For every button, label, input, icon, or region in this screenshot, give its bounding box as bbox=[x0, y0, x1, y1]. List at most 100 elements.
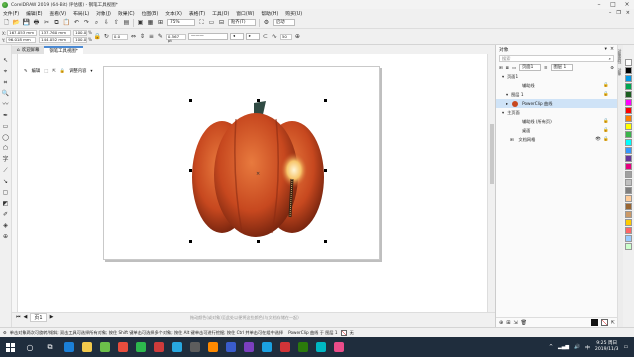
palette-swatch[interactable] bbox=[625, 203, 632, 210]
taskbar-app-app8[interactable] bbox=[204, 337, 222, 357]
taskbar-app-corel[interactable] bbox=[96, 337, 114, 357]
rectangle-tool-icon[interactable]: ▭ bbox=[2, 123, 10, 131]
tree-page1[interactable]: ▾ 页面1 bbox=[496, 72, 617, 81]
end-arrow-dropdown[interactable]: ▸ bbox=[245, 33, 260, 40]
smart-fill-icon[interactable]: ⊕ bbox=[2, 233, 10, 241]
eyedropper-tool-icon[interactable]: ✐ bbox=[2, 211, 10, 219]
new-layer-button-icon[interactable]: ⊕ bbox=[499, 320, 503, 326]
export-icon[interactable]: ⇧ bbox=[113, 19, 120, 26]
restore-doc-icon[interactable]: ❐ bbox=[616, 10, 620, 16]
clock[interactable]: 9:25 周日 2019/11/3 bbox=[595, 341, 619, 353]
merge-icon[interactable]: ⇲ bbox=[513, 320, 517, 326]
rulers-icon[interactable]: ▦ bbox=[147, 19, 154, 26]
print-icon[interactable]: 🖶 bbox=[33, 19, 40, 26]
delete-icon[interactable]: 🗑 bbox=[521, 320, 527, 326]
taskbar-app-app7[interactable] bbox=[186, 337, 204, 357]
lock-icon[interactable]: 🔒 bbox=[603, 128, 609, 133]
zoom-level-dropdown[interactable]: 75% bbox=[167, 19, 195, 26]
taskbar-app-app6[interactable] bbox=[168, 337, 186, 357]
taskbar-app-app13[interactable] bbox=[294, 337, 312, 357]
palette-swatch[interactable] bbox=[625, 219, 632, 226]
collapse-arrow-icon[interactable]: ▸ bbox=[506, 101, 508, 106]
zoom-out-icon[interactable]: ⇱ bbox=[611, 320, 615, 326]
edit-powerclip-label[interactable]: 编辑 bbox=[32, 68, 41, 74]
outline-pen-icon[interactable]: ✎ bbox=[157, 33, 164, 40]
docker-close-icon[interactable]: × bbox=[610, 47, 614, 52]
taskbar-app-app5[interactable] bbox=[150, 337, 168, 357]
options-gear-icon[interactable]: ⚙ bbox=[263, 19, 270, 26]
rotation-icon[interactable]: ↻ bbox=[103, 33, 110, 40]
notifications-icon[interactable]: ▭ bbox=[623, 345, 628, 350]
y-position-field[interactable]: 96.018 mm bbox=[6, 37, 37, 43]
menu-effects[interactable]: 效果(C) bbox=[118, 10, 135, 17]
lock-icon[interactable]: 🔒 bbox=[603, 92, 609, 97]
new-master-layer-icon[interactable]: ⊞ bbox=[506, 320, 510, 326]
docker-search-input[interactable]: 搜索 ⌕ bbox=[499, 55, 614, 62]
tree-guides-all[interactable]: 辅助线 (所有页) 🔒 bbox=[496, 117, 617, 126]
expand-arrow-icon[interactable]: ▾ bbox=[502, 110, 504, 115]
minimize-doc-icon[interactable]: – bbox=[609, 10, 612, 16]
document-page[interactable]: × bbox=[103, 66, 380, 260]
start-button[interactable] bbox=[0, 337, 20, 357]
page-tab[interactable]: 页1 bbox=[30, 312, 47, 322]
first-page-icon[interactable]: ⏮ bbox=[16, 314, 21, 320]
menu-bitmaps[interactable]: 位图(B) bbox=[142, 10, 159, 17]
palette-swatch[interactable] bbox=[625, 59, 632, 66]
minimize-button[interactable]: – bbox=[592, 0, 606, 9]
save-icon[interactable]: 💾 bbox=[23, 19, 30, 26]
rotation-angle-field[interactable]: 0.0 bbox=[111, 33, 128, 40]
adjust-contents-label[interactable]: 调整内容 bbox=[69, 68, 86, 74]
scale-y-field[interactable]: 100.0 bbox=[73, 37, 88, 43]
smooth-icon[interactable]: ∿ bbox=[271, 33, 278, 40]
grid-icon[interactable]: ⊞ bbox=[157, 19, 164, 26]
volume-icon[interactable]: 🔊 bbox=[574, 345, 580, 350]
menu-buy[interactable]: 购买(U) bbox=[285, 10, 302, 17]
taskbar-app-app11[interactable] bbox=[258, 337, 276, 357]
docker-pin-icon[interactable]: ▾ bbox=[605, 47, 607, 52]
menu-file[interactable]: 文件(F) bbox=[3, 10, 19, 17]
tree-master-page[interactable]: ▾ 主页面 bbox=[496, 108, 617, 117]
taskbar-app-explorer[interactable] bbox=[78, 337, 96, 357]
view-mode-icon[interactable]: ▭ bbox=[208, 19, 215, 26]
copy-icon[interactable]: ⧉ bbox=[53, 19, 60, 26]
x-position-field[interactable]: 167.053 mm bbox=[7, 30, 38, 36]
taskbar-app-app14[interactable] bbox=[312, 337, 330, 357]
lock-icon[interactable]: 🔒 bbox=[603, 83, 609, 88]
mirror-horizontal-icon[interactable]: ⇔ bbox=[130, 33, 137, 40]
layer-dropdown[interactable]: 图层 1 bbox=[550, 64, 573, 71]
new-document-icon[interactable]: 🗋 bbox=[3, 19, 10, 26]
line-style-dropdown[interactable]: ——— bbox=[187, 33, 228, 40]
palette-swatch[interactable] bbox=[625, 211, 632, 218]
edit-icon[interactable]: ✎ bbox=[24, 69, 28, 74]
expand-arrow-icon[interactable]: ▾ bbox=[502, 74, 504, 79]
maximize-button[interactable]: □ bbox=[606, 0, 620, 9]
polygon-tool-icon[interactable]: ⬠ bbox=[2, 145, 10, 153]
shape-tool-icon[interactable]: ⌖ bbox=[2, 68, 10, 76]
launch-dropdown[interactable]: 启动 bbox=[273, 19, 295, 26]
smoothing-field[interactable]: 50 bbox=[279, 33, 292, 40]
pick-tool-icon[interactable]: ↖ bbox=[2, 57, 10, 65]
shadow-tool-icon[interactable]: ▢ bbox=[2, 189, 10, 197]
palette-swatch[interactable] bbox=[625, 195, 632, 202]
palette-swatch[interactable] bbox=[625, 83, 632, 90]
vertical-scrollbar[interactable] bbox=[487, 54, 495, 312]
menu-view[interactable]: 查看(V) bbox=[49, 10, 66, 17]
tree-doc-grid[interactable]: ⊞ 文档网格 👁 🔒 bbox=[496, 135, 617, 144]
zoom-tool-icon[interactable]: 🔍 bbox=[2, 90, 10, 98]
palette-swatch[interactable] bbox=[625, 107, 632, 114]
text-tool-icon[interactable]: 字 bbox=[2, 156, 10, 164]
palette-swatch[interactable] bbox=[625, 131, 632, 138]
lock-icon[interactable]: 🔒 bbox=[603, 137, 609, 142]
layers-icon[interactable]: ≣ bbox=[506, 65, 510, 70]
palette-swatch[interactable] bbox=[625, 243, 632, 250]
tab-document[interactable]: 钢笔工具视图* bbox=[44, 46, 83, 54]
menu-help[interactable]: 帮助(H) bbox=[261, 10, 278, 17]
tree-powerclip-curve[interactable]: ▸ PowerClip 曲线 bbox=[496, 99, 617, 108]
tree-desktop[interactable]: 桌面 🔒 bbox=[496, 126, 617, 135]
paste-icon[interactable]: 📋 bbox=[63, 19, 70, 26]
outline-width-field[interactable]: 0.567 pt bbox=[165, 33, 186, 42]
palette-swatch[interactable] bbox=[625, 67, 632, 74]
palette-swatch[interactable] bbox=[625, 139, 632, 146]
menu-text[interactable]: 文本(X) bbox=[165, 10, 182, 17]
lock-ratio-icon[interactable]: 🔒 bbox=[94, 33, 101, 40]
